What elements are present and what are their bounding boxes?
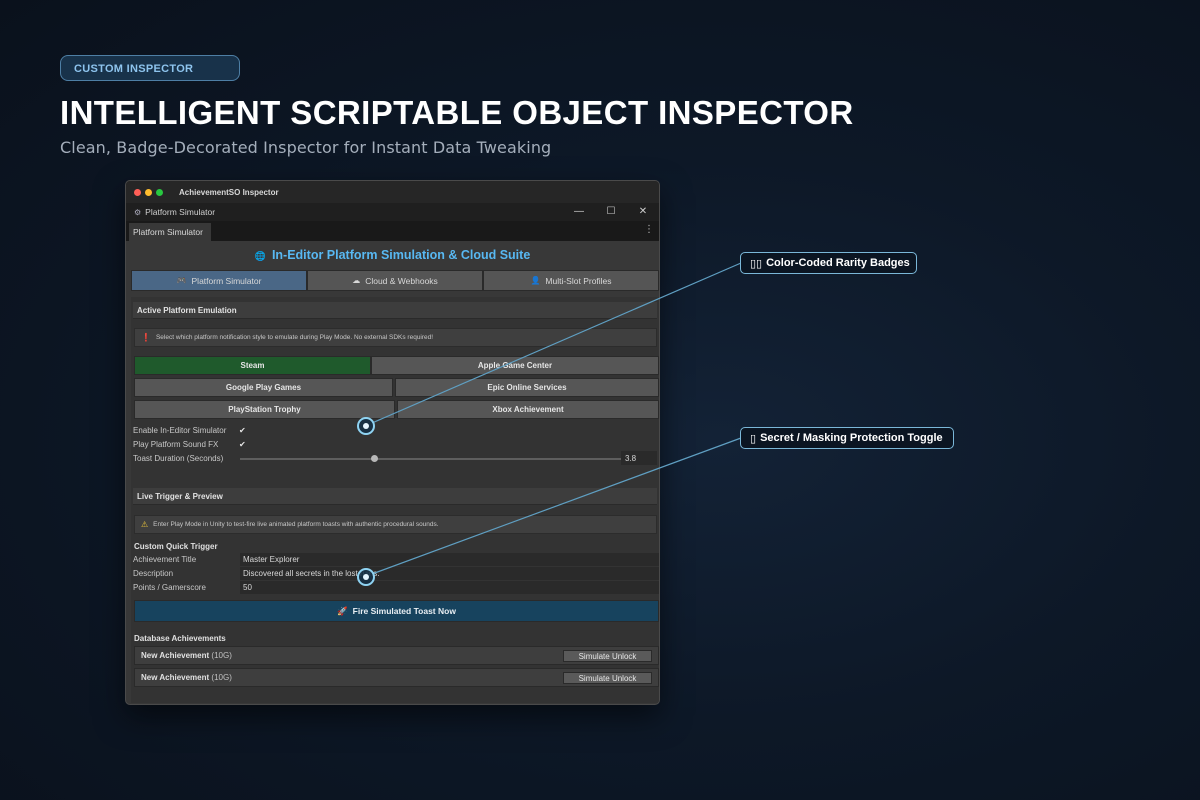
callout-rarity-badges: ▯▯ Color-Coded Rarity Badges <box>740 252 917 274</box>
lock-icon: ▯ <box>750 432 757 445</box>
hotspot-marker[interactable] <box>357 568 375 586</box>
connector-line-rarity <box>371 262 742 424</box>
callout-connectors <box>371 262 742 575</box>
connector-line-secret <box>371 437 742 575</box>
hotspot-marker[interactable] <box>357 417 375 435</box>
badge-icon: ▯▯ <box>750 257 763 270</box>
callout-secret-toggle: ▯ Secret / Masking Protection Toggle <box>740 427 954 449</box>
